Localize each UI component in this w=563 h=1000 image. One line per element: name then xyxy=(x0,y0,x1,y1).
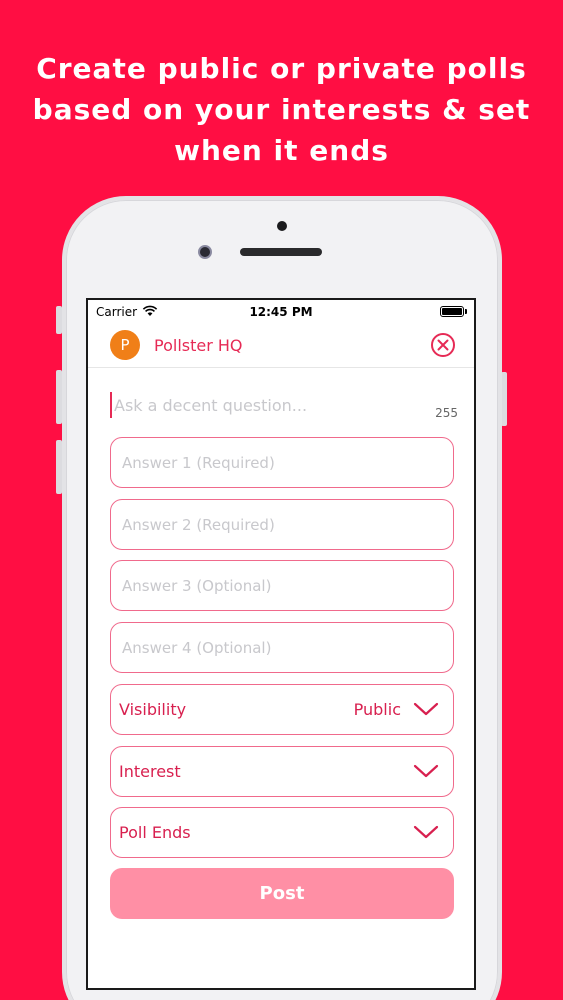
poll-ends-select[interactable]: Poll Ends xyxy=(110,807,454,858)
promo-headline: Create public or private polls based on … xyxy=(0,48,563,171)
promo-line-3: when it ends xyxy=(174,134,389,167)
status-bar: Carrier 12:45 PM xyxy=(88,300,474,322)
answer-1-field xyxy=(110,437,454,488)
chevron-down-icon xyxy=(413,702,439,716)
post-button[interactable]: Post xyxy=(110,868,454,919)
battery-icon xyxy=(440,306,467,317)
answer-4-input[interactable] xyxy=(111,623,453,672)
status-time: 12:45 PM xyxy=(249,305,313,319)
promo-line-2: based on your interests & set xyxy=(32,93,531,126)
interest-select[interactable]: Interest xyxy=(110,746,454,797)
avatar[interactable]: P xyxy=(110,330,140,360)
chevron-down-icon xyxy=(413,825,439,839)
close-icon[interactable] xyxy=(430,332,456,358)
phone-speaker xyxy=(240,248,322,256)
front-camera xyxy=(198,245,212,259)
answer-2-input[interactable] xyxy=(111,500,453,549)
app-screen: Carrier 12:45 PM P Pollster HQ 255 Visib xyxy=(86,298,476,990)
char-count: 255 xyxy=(435,406,458,420)
answer-1-input[interactable] xyxy=(111,438,453,487)
phone-sensor xyxy=(277,221,287,231)
promo-line-1: Create public or private polls xyxy=(36,52,527,85)
answer-2-field xyxy=(110,499,454,550)
answer-4-field xyxy=(110,622,454,673)
visibility-select[interactable]: Visibility Public xyxy=(110,684,454,735)
chevron-down-icon xyxy=(413,764,439,778)
nav-bar: P Pollster HQ xyxy=(88,324,474,368)
poll-ends-label: Poll Ends xyxy=(119,823,191,842)
interest-label: Interest xyxy=(119,762,181,781)
visibility-value: Public xyxy=(353,700,401,719)
answer-3-input[interactable] xyxy=(111,561,453,610)
question-input[interactable] xyxy=(110,392,450,418)
page-title: Pollster HQ xyxy=(154,336,243,355)
answer-3-field xyxy=(110,560,454,611)
visibility-label: Visibility xyxy=(119,700,187,719)
